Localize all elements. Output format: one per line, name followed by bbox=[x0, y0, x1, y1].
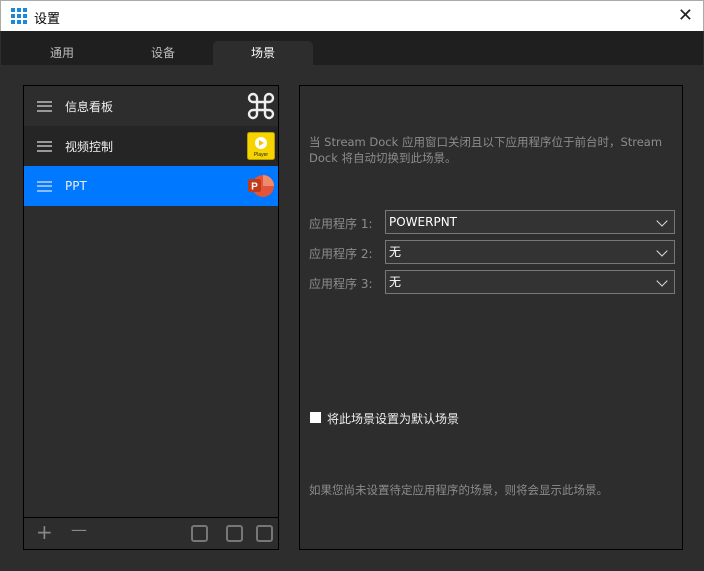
app-select-2[interactable]: 无 bbox=[385, 240, 675, 264]
drag-handle-icon[interactable] bbox=[37, 100, 52, 112]
app-label: 应用程序 2: bbox=[309, 247, 373, 261]
note-text: 如果您尚未设置待定应用程序的场景，则将会显示此场景。 bbox=[309, 483, 608, 497]
scene-item[interactable]: 视频控制 Player bbox=[24, 126, 278, 166]
add-scene-button[interactable]: + bbox=[36, 520, 53, 544]
list-toolbar: + — bbox=[24, 517, 278, 549]
remove-scene-button[interactable]: — bbox=[71, 520, 87, 539]
app-row-2: 应用程序 2: 无 bbox=[309, 240, 675, 264]
app-label: 应用程序 3: bbox=[309, 277, 373, 291]
svg-text:Player: Player bbox=[254, 152, 269, 158]
scene-settings-panel: 当 Stream Dock 应用窗口关闭且以下应用程序位于前台时，Stream … bbox=[299, 85, 683, 550]
command-icon bbox=[247, 92, 275, 120]
powerpoint-icon: P bbox=[248, 175, 274, 197]
tab-bar: 通用 设备 场景 bbox=[1, 31, 703, 65]
drag-handle-icon[interactable] bbox=[37, 140, 52, 152]
close-button[interactable]: ✕ bbox=[678, 5, 693, 26]
export-icon[interactable] bbox=[256, 525, 273, 542]
chevron-down-icon bbox=[656, 275, 668, 287]
svg-text:P: P bbox=[251, 182, 258, 193]
title-bar: 设置 ✕ bbox=[0, 0, 704, 31]
app-row-3: 应用程序 3: 无 bbox=[309, 270, 675, 294]
tab-general[interactable]: 通用 bbox=[12, 41, 112, 65]
chevron-down-icon bbox=[656, 215, 668, 227]
window-title: 设置 bbox=[34, 12, 61, 27]
default-scene-label[interactable]: 将此场景设置为默认场景 bbox=[327, 410, 459, 427]
chevron-down-icon bbox=[656, 245, 668, 257]
tab-scenes[interactable]: 场景 bbox=[213, 41, 313, 65]
scene-item[interactable]: 信息看板 bbox=[24, 86, 278, 126]
scene-label: 信息看板 bbox=[65, 99, 114, 114]
drag-handle-icon[interactable] bbox=[37, 180, 52, 192]
default-scene-checkbox[interactable] bbox=[310, 412, 321, 423]
scene-item-selected[interactable]: PPT P bbox=[24, 166, 278, 206]
app-label: 应用程序 1: bbox=[309, 217, 373, 231]
import-icon[interactable] bbox=[226, 525, 243, 542]
edit-icon[interactable] bbox=[191, 525, 208, 542]
scene-list: 信息看板 视频控制 Player PPT P + — bbox=[23, 85, 279, 550]
tab-devices[interactable]: 设备 bbox=[113, 41, 213, 65]
player-icon: Player bbox=[247, 132, 275, 160]
app-select-1[interactable]: POWERPNT bbox=[385, 210, 675, 234]
scene-label: PPT bbox=[65, 179, 87, 193]
description: 当 Stream Dock 应用窗口关闭且以下应用程序位于前台时，Stream … bbox=[309, 135, 663, 165]
app-row-1: 应用程序 1: POWERPNT bbox=[309, 210, 675, 234]
app-grid-icon bbox=[11, 8, 27, 24]
app-select-3[interactable]: 无 bbox=[385, 270, 675, 294]
scene-label: 视频控制 bbox=[65, 139, 114, 154]
